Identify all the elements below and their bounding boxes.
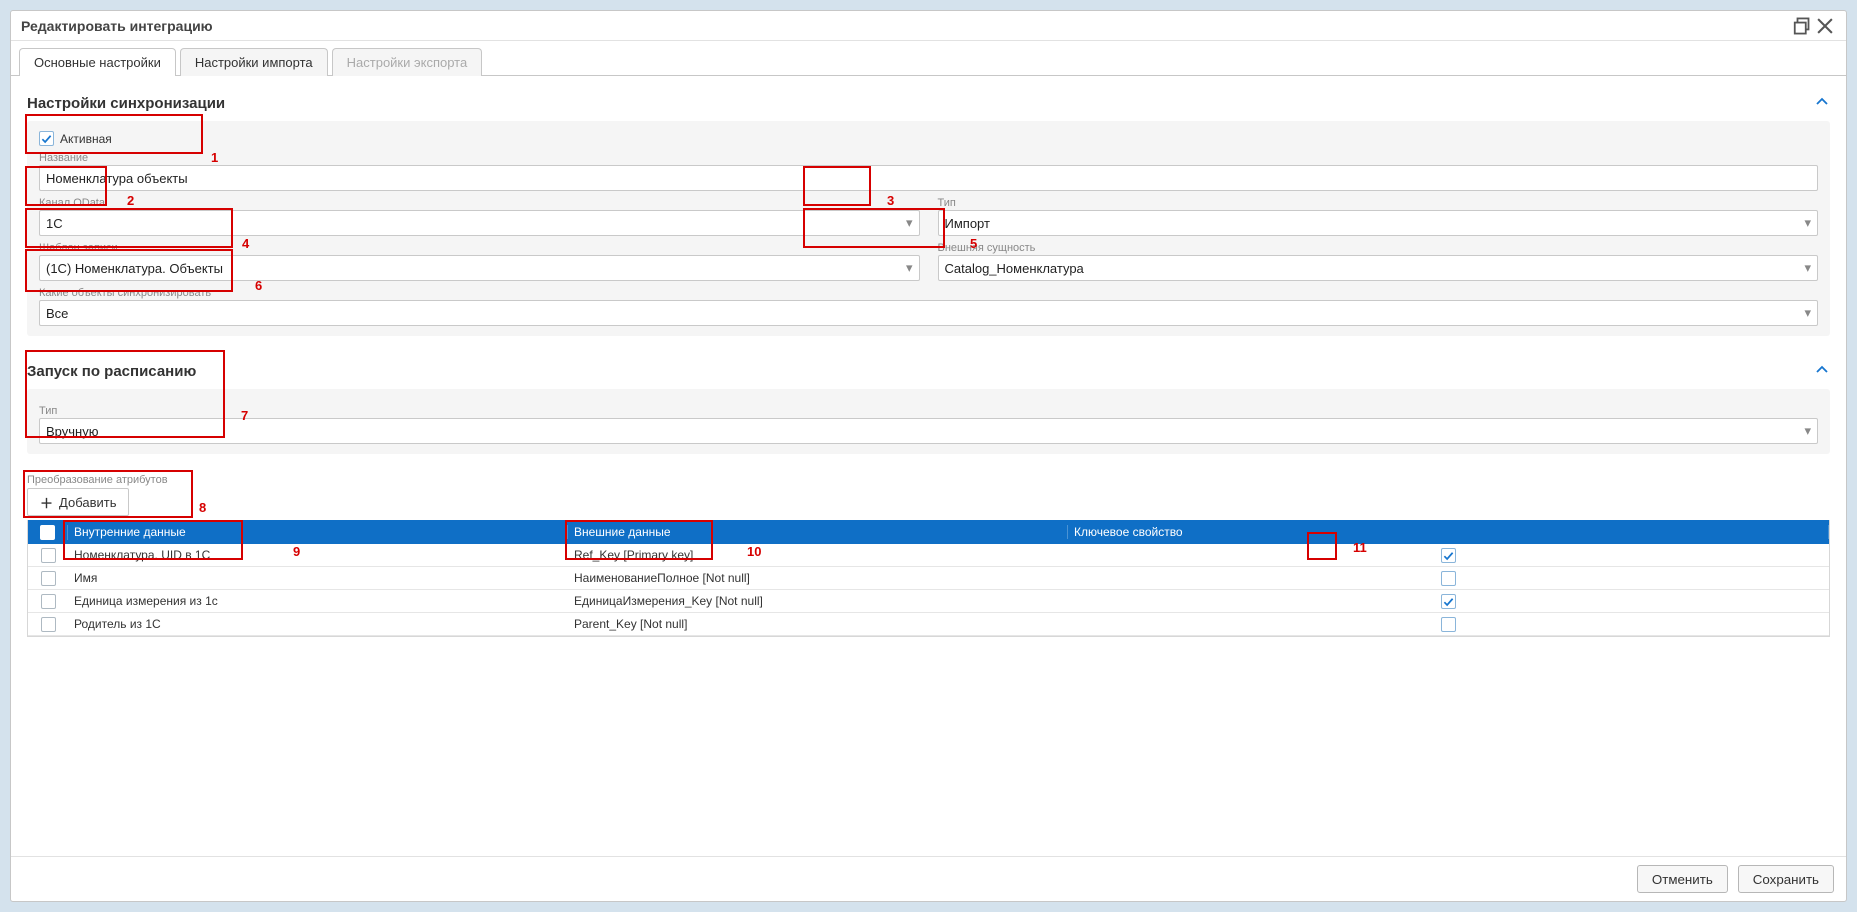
- type-select[interactable]: Импорт ▾: [938, 210, 1819, 236]
- dialog-body: Настройки синхронизации Активная Названи…: [11, 76, 1846, 856]
- tab-strip: Основные настройки Настройки импорта Нас…: [11, 41, 1846, 76]
- table-row[interactable]: Единица измерения из 1сЕдиницаИзмерения_…: [28, 590, 1829, 613]
- attrs-section: Преобразование атрибутов ＋ Добавить Внут…: [27, 472, 1830, 637]
- close-icon[interactable]: [1814, 15, 1836, 37]
- which-select[interactable]: Все ▾: [39, 300, 1818, 326]
- sync-collapse-icon[interactable]: [1814, 94, 1830, 113]
- name-input[interactable]: Номенклатура объекты: [39, 165, 1818, 191]
- entity-select[interactable]: Catalog_Номенклатура ▾: [938, 255, 1819, 281]
- plus-icon: ＋: [40, 493, 53, 512]
- row-internal: Имя: [68, 571, 568, 585]
- save-button[interactable]: Сохранить: [1738, 865, 1834, 893]
- chevron-down-icon: ▾: [1804, 423, 1811, 439]
- row-internal: Родитель из 1С: [68, 617, 568, 631]
- grid-header: Внутренние данные Внешние данные Ключево…: [28, 520, 1829, 544]
- chevron-down-icon: ▾: [1804, 305, 1811, 321]
- active-checkbox[interactable]: [39, 131, 54, 146]
- schedule-type-select[interactable]: Вручную ▾: [39, 418, 1818, 444]
- key-checkbox[interactable]: [1441, 594, 1456, 609]
- type-field: Тип Импорт ▾: [938, 197, 1819, 236]
- type-label: Тип: [938, 197, 1819, 210]
- dialog-footer: Отменить Сохранить: [11, 856, 1846, 901]
- name-field: Название Номенклатура объекты: [39, 152, 1818, 191]
- tab-main[interactable]: Основные настройки: [19, 48, 176, 76]
- dialog: Редактировать интеграцию Основные настро…: [10, 10, 1847, 902]
- row-internal: Единица измерения из 1с: [68, 594, 568, 608]
- key-checkbox[interactable]: [1441, 548, 1456, 563]
- row-external: Ref_Key [Primary key]: [568, 548, 1068, 562]
- restore-down-icon[interactable]: [1792, 15, 1814, 37]
- add-button[interactable]: ＋ Добавить: [27, 488, 129, 516]
- row-checkbox[interactable]: [41, 617, 56, 632]
- template-field: Шаблон записи (1C) Номенклатура. Объекты…: [39, 242, 920, 281]
- sync-title: Настройки синхронизации: [27, 95, 225, 112]
- active-label: Активная: [60, 132, 112, 146]
- row-checkbox[interactable]: [41, 548, 56, 563]
- tab-export: Настройки экспорта: [332, 48, 483, 76]
- attrs-label: Преобразование атрибутов: [27, 472, 1830, 488]
- which-label: Какие объекты синхронизировать: [39, 287, 1818, 300]
- entity-field: Внешняя сущность Catalog_Номенклатура ▾: [938, 242, 1819, 281]
- row-checkbox[interactable]: [41, 571, 56, 586]
- chevron-down-icon: ▾: [1804, 215, 1811, 231]
- chevron-down-icon: ▾: [906, 215, 913, 231]
- dialog-header: Редактировать интеграцию: [11, 11, 1846, 41]
- col-key[interactable]: Ключевое свойство: [1068, 525, 1829, 539]
- row-external: ЕдиницаИзмерения_Key [Not null]: [568, 594, 1068, 608]
- schedule-type-field: Тип Вручную ▾: [39, 405, 1818, 444]
- table-row[interactable]: Номенклатура. UID в 1СRef_Key [Primary k…: [28, 544, 1829, 567]
- sync-section: Настройки синхронизации Активная Названи…: [27, 86, 1830, 336]
- chevron-down-icon: ▾: [906, 260, 913, 276]
- cancel-button[interactable]: Отменить: [1637, 865, 1728, 893]
- row-external: НаименованиеПолное [Not null]: [568, 571, 1068, 585]
- schedule-section: Запуск по расписанию Тип Вручную ▾ 7: [27, 354, 1830, 454]
- table-row[interactable]: Родитель из 1СParent_Key [Not null]: [28, 613, 1829, 636]
- attrs-grid: Внутренние данные Внешние данные Ключево…: [27, 520, 1830, 637]
- key-checkbox[interactable]: [1441, 617, 1456, 632]
- col-external[interactable]: Внешние данные: [568, 525, 1068, 539]
- chevron-down-icon: ▾: [1804, 260, 1811, 276]
- add-label: Добавить: [59, 495, 116, 510]
- entity-label: Внешняя сущность: [938, 242, 1819, 255]
- col-internal[interactable]: Внутренние данные: [68, 525, 568, 539]
- key-checkbox[interactable]: [1441, 571, 1456, 586]
- header-checkbox[interactable]: [40, 525, 55, 540]
- row-internal: Номенклатура. UID в 1С: [68, 548, 568, 562]
- which-field: Какие объекты синхронизировать Все ▾: [39, 287, 1818, 326]
- schedule-collapse-icon[interactable]: [1814, 362, 1830, 381]
- tab-import[interactable]: Настройки импорта: [180, 48, 328, 76]
- row-external: Parent_Key [Not null]: [568, 617, 1068, 631]
- schedule-title: Запуск по расписанию: [27, 363, 196, 380]
- table-row[interactable]: ИмяНаименованиеПолное [Not null]: [28, 567, 1829, 590]
- template-select[interactable]: (1C) Номенклатура. Объекты ▾: [39, 255, 920, 281]
- name-label: Название: [39, 152, 1818, 165]
- template-label: Шаблон записи: [39, 242, 920, 255]
- channel-select[interactable]: 1C ▾: [39, 210, 920, 236]
- channel-field: Канал OData 1C ▾: [39, 197, 920, 236]
- channel-label: Канал OData: [39, 197, 920, 210]
- row-checkbox[interactable]: [41, 594, 56, 609]
- schedule-type-label: Тип: [39, 405, 1818, 418]
- dialog-title: Редактировать интеграцию: [21, 18, 213, 34]
